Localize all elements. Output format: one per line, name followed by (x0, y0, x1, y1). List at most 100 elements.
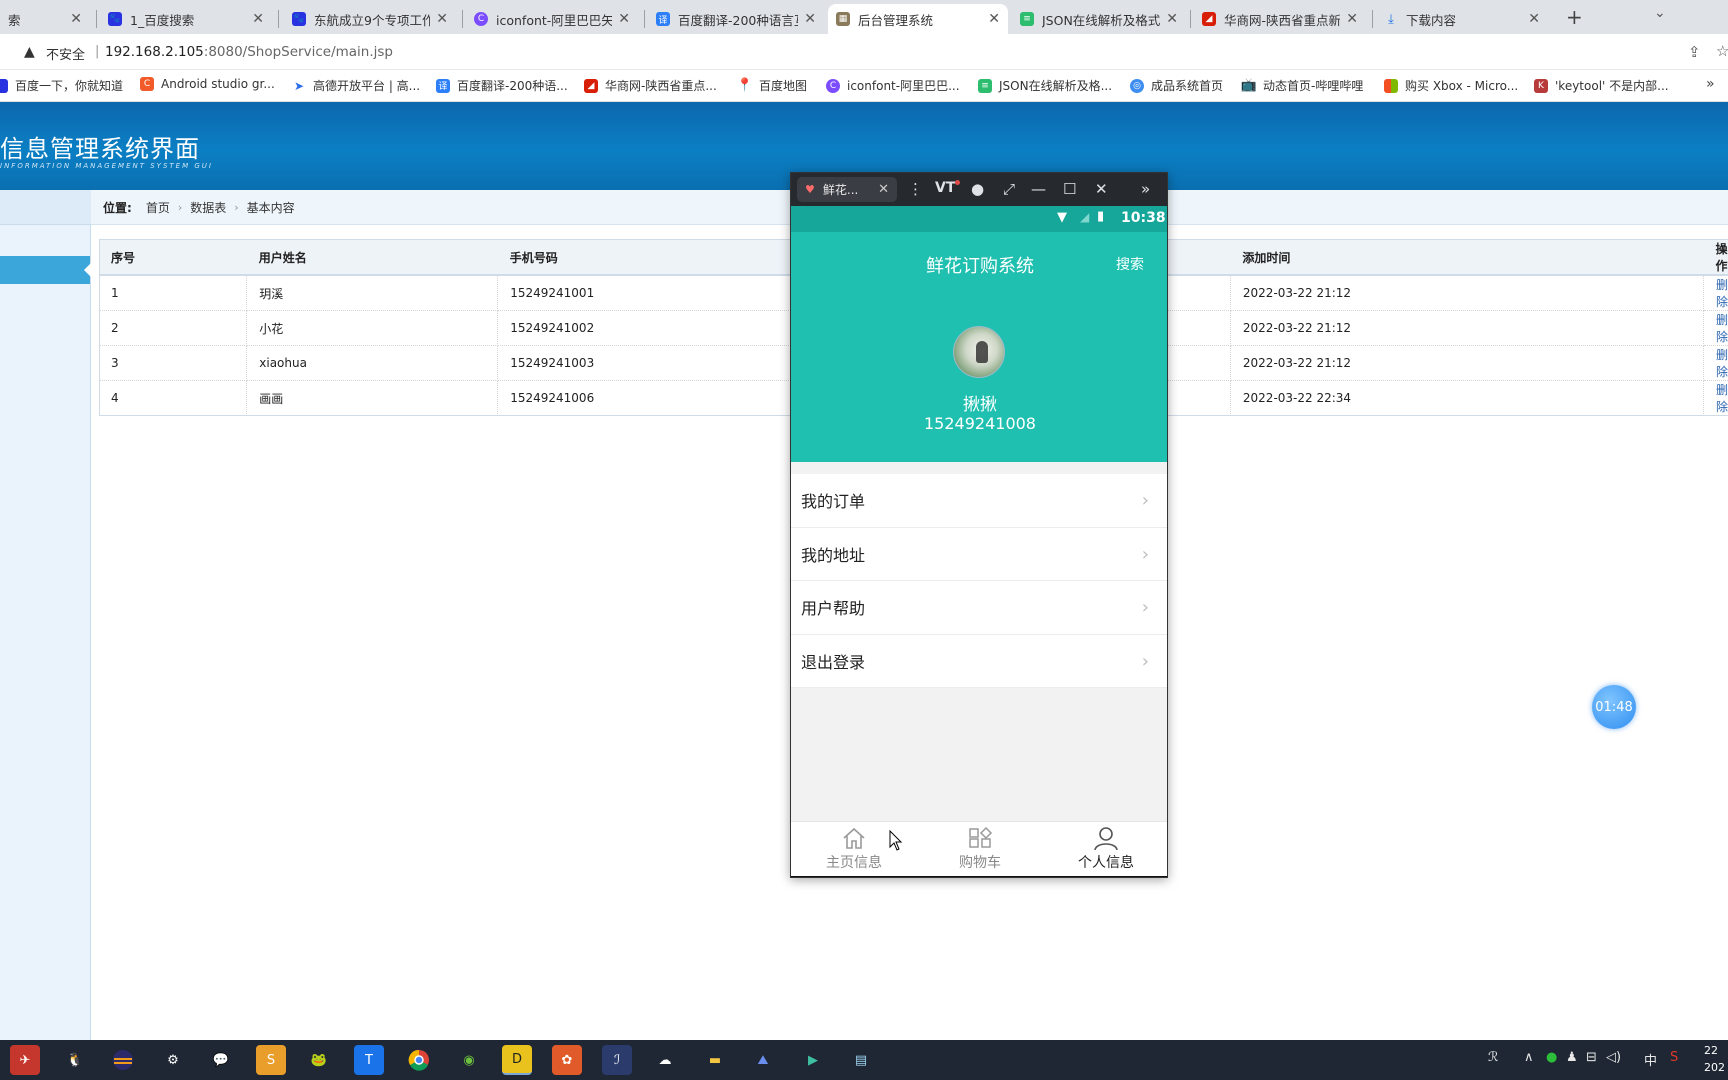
bookmark-item[interactable]: 译百度翻译-200种语... (436, 77, 568, 94)
mouse-cursor-icon (889, 829, 903, 856)
bookmark-item[interactable]: Ciconfont-阿里巴巴... (826, 77, 960, 94)
photo-icon[interactable]: ⛰ (748, 1045, 778, 1075)
browser-tab[interactable]: 译 百度翻译-200种语言互 ✕ (648, 4, 824, 34)
settings-gear-icon[interactable]: ⚙ (158, 1045, 188, 1075)
notepad-icon[interactable]: ▤ (846, 1045, 876, 1075)
chevron-up-icon[interactable]: ∧ (1524, 1050, 1534, 1065)
bookmark-item[interactable]: C Android studio gr... (140, 77, 275, 91)
tab-close-icon[interactable]: ✕ (1166, 11, 1178, 27)
browser-tab[interactable]: ⤓ 下载内容 ✕ (1376, 4, 1548, 34)
security-status[interactable]: 不安全 (46, 44, 85, 63)
sublime-icon[interactable]: S (256, 1045, 286, 1075)
browser-tab-active[interactable]: ▦ 后台管理系统 ✕ (828, 4, 1008, 34)
warning-icon[interactable]: ▲ (24, 44, 35, 60)
new-tab-button[interactable]: + (1566, 5, 1583, 29)
bookmarks-more-icon[interactable]: » (1706, 76, 1715, 92)
media-player-icon[interactable]: ▶ (798, 1045, 828, 1075)
menu-item-help[interactable]: 用户帮助 › (791, 581, 1167, 635)
avatar[interactable] (953, 326, 1005, 378)
user-name: 揪揪 (963, 395, 997, 415)
ds-icon[interactable]: ℐ (602, 1045, 632, 1075)
tab-close-icon[interactable]: ✕ (988, 11, 1000, 27)
tab-close-icon[interactable]: ✕ (804, 11, 816, 27)
vt-indicator[interactable]: VT (935, 180, 955, 196)
bookmark-item[interactable]: 购买 Xbox - Micro... (1384, 77, 1518, 94)
minimize-icon[interactable]: — (1031, 180, 1046, 198)
bookmark-item[interactable]: ◢ 华商网-陕西省重点... (584, 77, 717, 94)
tab-search-chevron-icon[interactable]: ⌄ (1654, 5, 1666, 21)
bookmark-item[interactable]: ◎ 成品系统首页 (1130, 77, 1223, 94)
cell-action: 删除 (1703, 310, 1728, 346)
recorder-icon[interactable]: D (502, 1045, 532, 1075)
bookmark-star-icon[interactable]: ☆ (1716, 42, 1728, 60)
browser-tab[interactable]: C iconfont-阿里巴巴矢 ✕ (466, 4, 638, 34)
delete-link[interactable]: 删除 (1716, 383, 1728, 414)
browser-tab[interactable]: 🐾 东航成立9个专项工作 ✕ (284, 4, 456, 34)
frog-icon[interactable]: 🐸 (304, 1045, 334, 1075)
breadcrumb-datatable[interactable]: 数据表 (190, 199, 226, 216)
bookmark-item[interactable]: 百度一下，你就知道 (0, 77, 123, 94)
menu-item-logout[interactable]: 退出登录 › (791, 635, 1167, 688)
recording-timer-bubble[interactable]: 01:48 (1592, 685, 1636, 729)
url-field[interactable]: 192.168.2.105:8080/ShopService/main.jsp (105, 44, 393, 60)
tab-close-icon[interactable]: ✕ (1346, 11, 1358, 27)
col-header-time: 添加时间 (1230, 239, 1704, 276)
close-icon[interactable]: ✕ (878, 182, 889, 197)
browser-tab[interactable]: 索 ✕ (0, 4, 90, 34)
menu-item-address[interactable]: 我的地址 › (791, 528, 1167, 581)
wechat-tray-icon[interactable]: ● (1546, 1050, 1557, 1065)
breadcrumb-home[interactable]: 首页 (146, 199, 170, 216)
sim-icon: ◢ (1080, 210, 1090, 224)
tab-close-icon[interactable]: ✕ (252, 11, 264, 27)
nav-item-cart[interactable]: 购物车 (917, 822, 1043, 877)
ime-indicator[interactable]: 中 (1644, 1050, 1657, 1069)
tab-close-icon[interactable]: ✕ (618, 11, 630, 27)
qq-tray-icon[interactable]: ♟ (1566, 1050, 1578, 1065)
tab-close-icon[interactable]: ✕ (436, 11, 448, 27)
app-steam-like-icon[interactable]: ✈ (10, 1045, 40, 1075)
close-window-icon[interactable]: ✕ (1095, 180, 1108, 198)
json-icon: ≡ (978, 78, 992, 93)
chevron-right-icon: › (1141, 597, 1149, 618)
eclipse-icon[interactable] (108, 1045, 138, 1075)
chrome-icon[interactable] (404, 1045, 434, 1075)
bookmark-item[interactable]: K 'keytool' 不是内部... (1534, 77, 1669, 94)
sogou-icon[interactable]: S (1670, 1050, 1678, 1065)
browser-tab[interactable]: ≡ JSON在线解析及格式 ✕ (1012, 4, 1186, 34)
baidu-netdisk-icon[interactable]: ☁ (650, 1045, 680, 1075)
nav-item-profile[interactable]: 个人信息 (1043, 822, 1167, 877)
volume-icon[interactable]: ◁) (1606, 1050, 1621, 1065)
penguin-icon[interactable]: 🐧 (60, 1045, 90, 1075)
tencent-docs-icon[interactable]: T (354, 1045, 384, 1075)
people-icon[interactable]: ℛ (1488, 1050, 1498, 1065)
delete-link[interactable]: 删除 (1716, 348, 1728, 379)
breadcrumb-basic[interactable]: 基本内容 (247, 199, 295, 216)
emulator-tab[interactable]: ♥ 鲜花... ✕ (797, 177, 897, 202)
browser-tab[interactable]: ◢ 华商网-陕西省重点新 ✕ (1194, 4, 1366, 34)
android-icon[interactable]: ◉ (454, 1045, 484, 1075)
phone-status-bar: ▼ ◢ ▮ 10:38 (791, 206, 1167, 232)
wechat-icon[interactable]: 💬 (206, 1045, 236, 1075)
more-vertical-icon[interactable]: ⋮ (908, 180, 923, 198)
browser-tab[interactable]: 🐾 1_百度搜索 ✕ (100, 4, 272, 34)
bookmark-item[interactable]: ≡ JSON在线解析及格... (978, 77, 1112, 94)
menu-item-orders[interactable]: 我的订单 › (791, 474, 1167, 528)
expand-icon[interactable]: ⤢ (1003, 180, 1015, 198)
share-icon[interactable]: ⇪ (1688, 43, 1701, 61)
bookmark-item[interactable]: 📺 动态首页-哔哩哔哩 (1241, 77, 1363, 94)
account-icon[interactable]: ● (971, 180, 984, 198)
network-icon[interactable]: ⊟ (1586, 1050, 1597, 1065)
tab-close-icon[interactable]: ✕ (70, 11, 82, 27)
clock[interactable]: 22 202 (1704, 1042, 1725, 1076)
delete-link[interactable]: 删除 (1716, 278, 1728, 309)
search-button[interactable]: 搜索 (1116, 254, 1144, 274)
delete-link[interactable]: 删除 (1716, 313, 1728, 344)
sidebar-toggle-icon[interactable]: » (1141, 180, 1150, 198)
bookmark-item[interactable]: ➤ 高德开放平台 | 高... (292, 77, 420, 94)
emulator-icon[interactable]: ✿ (552, 1045, 582, 1075)
bookmark-item[interactable]: 📍 百度地图 (737, 77, 807, 94)
left-nav-active-item[interactable] (0, 256, 91, 284)
maximize-icon[interactable]: ☐ (1063, 180, 1076, 198)
file-explorer-icon[interactable]: ▬ (700, 1045, 730, 1075)
tab-close-icon[interactable]: ✕ (1528, 11, 1540, 27)
